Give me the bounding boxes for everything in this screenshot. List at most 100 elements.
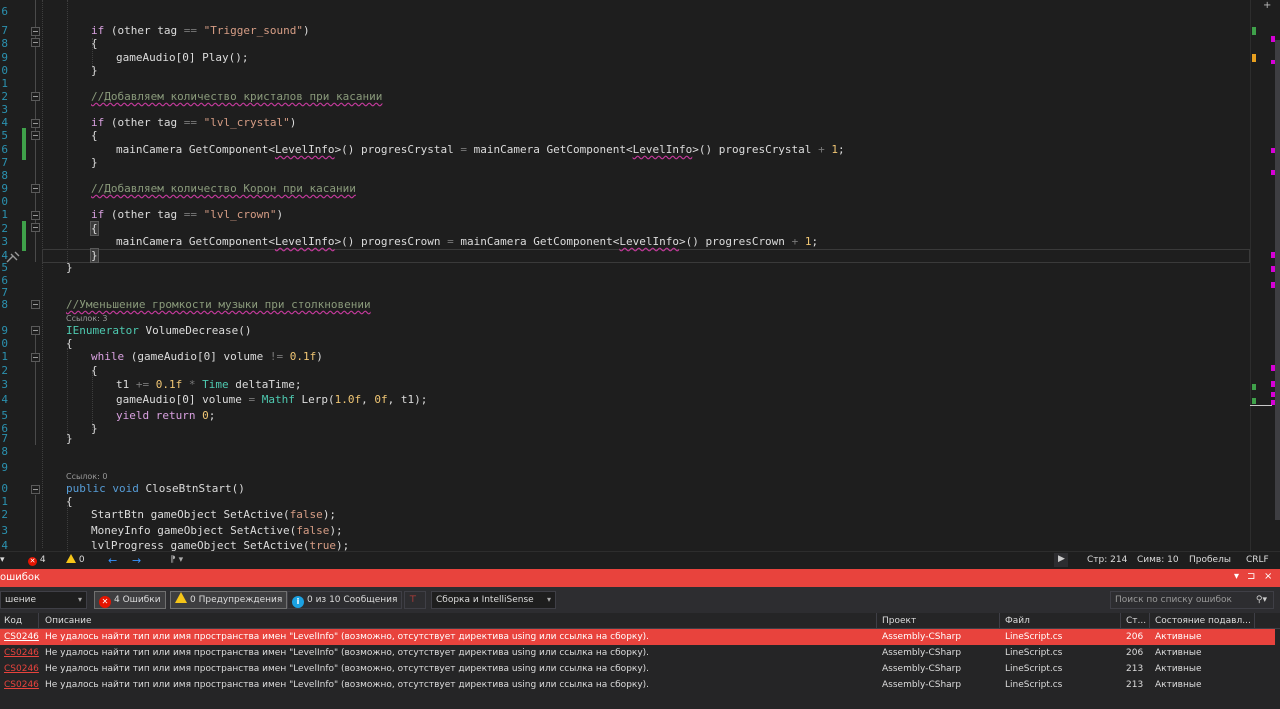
code-editor[interactable]: 678901234567890123456789012345678901234 …	[0, 0, 1250, 551]
chevron-down-icon: ▾	[77, 595, 82, 604]
error-row[interactable]: CS0246 Не удалось найти тип или имя прос…	[0, 645, 1275, 661]
code-line: {	[90, 221, 99, 236]
error-description: Не удалось найти тип или имя пространств…	[45, 680, 650, 690]
error-project: Assembly-CSharp	[882, 632, 962, 642]
pin-icon[interactable]: ⊐	[1247, 571, 1255, 583]
change-marker	[22, 221, 26, 251]
split-icon[interactable]: +	[1263, 0, 1271, 11]
horizontal-scroll-button[interactable]: ▶	[1054, 553, 1068, 567]
error-code-link[interactable]: CS0246	[4, 661, 39, 677]
fold-line	[35, 335, 36, 445]
code-line: if (other tag == "Trigger_sound")	[91, 24, 310, 37]
error-project: Assembly-CSharp	[882, 680, 962, 690]
code-line: gameAudio[0] volume = Mathf Lerp(1.0f, 0…	[116, 393, 428, 406]
line-ending-indicator[interactable]: CRLF	[1246, 554, 1269, 567]
code-line: public void CloseBtnStart()	[66, 482, 245, 495]
error-state: Активные	[1155, 680, 1202, 690]
build-source-select[interactable]: Сборка и IntelliSense ▾	[431, 591, 556, 609]
search-icon: ⚲▾	[1255, 595, 1267, 605]
code-line: {	[66, 495, 73, 508]
scope-select[interactable]: шение ▾	[0, 591, 87, 609]
column-indicator[interactable]: Симв: 10	[1137, 554, 1179, 567]
fold-toggle[interactable]	[31, 326, 40, 335]
code-line: MoneyInfo gameObject SetActive(false);	[91, 524, 343, 537]
error-row[interactable]: CS0246 Не удалось найти тип или имя прос…	[0, 677, 1275, 693]
column-header-code[interactable]: Код	[4, 615, 22, 627]
fold-toggle[interactable]	[31, 92, 40, 101]
scroll-caret-marker	[1250, 405, 1272, 406]
error-list-header: Код Описание Проект Файл Ст... Состояние…	[0, 613, 1280, 629]
error-project: Assembly-CSharp	[882, 648, 962, 658]
error-file: LineScript.cs	[1005, 648, 1063, 658]
column-header-project[interactable]: Проект	[882, 615, 916, 627]
error-row[interactable]: CS0246 Не удалось найти тип или имя прос…	[0, 661, 1275, 677]
code-comment: //Уменьшение громкости музыки при столкн…	[66, 298, 371, 311]
warnings-filter-button[interactable]: 0 Предупреждения	[170, 591, 288, 609]
fold-toggle[interactable]	[31, 223, 40, 232]
margin-arrow: ▾	[0, 555, 5, 565]
code-line: mainCamera GetComponent<LevelInfo>() pro…	[116, 235, 819, 248]
warning-icon	[175, 592, 187, 603]
code-comment: //Добавляем количество Корон при касании	[91, 182, 356, 195]
code-comment: //Добавляем количество кристалов при кас…	[91, 90, 383, 103]
column-header-line[interactable]: Ст...	[1126, 615, 1146, 627]
warning-count[interactable]: 0	[66, 554, 85, 567]
dropdown-icon[interactable]: ▾	[1234, 571, 1239, 583]
fold-toggle[interactable]	[31, 211, 40, 220]
chevron-down-icon: ▾	[546, 595, 551, 604]
code-line: }	[66, 432, 73, 445]
error-count[interactable]: ✕ 4	[28, 554, 46, 567]
error-code-link[interactable]: CS0246	[4, 629, 39, 645]
error-file: LineScript.cs	[1005, 680, 1063, 690]
error-row[interactable]: CS0246 Не удалось найти тип или имя прос…	[0, 629, 1275, 645]
brush-icon[interactable]: ⁋ ▾	[170, 554, 183, 567]
error-description: Не удалось найти тип или имя пространств…	[45, 648, 650, 658]
column-header-description[interactable]: Описание	[45, 615, 92, 627]
line-number: 6	[1, 5, 8, 18]
info-icon: i	[292, 596, 304, 608]
quick-actions-icon[interactable]	[6, 251, 20, 263]
error-list-panel: ошибок ▾ ⊐ × шение ▾ ✕ 4 Ошибки 0 Предупре…	[0, 569, 1280, 709]
navigate-forward-icon[interactable]: →	[132, 554, 141, 567]
fold-toggle[interactable]	[31, 184, 40, 193]
error-code-link[interactable]: CS0246	[4, 677, 39, 693]
indent-guide	[67, 0, 68, 262]
line-number: 4	[1, 539, 8, 551]
column-header-file[interactable]: Файл	[1005, 615, 1030, 627]
error-state: Активные	[1155, 632, 1202, 642]
editor-status-bar: ▾ ✕ 4 0 ← → ⁋ ▾ ▶ Стр: 214 Симв: 10 Проб…	[0, 551, 1280, 568]
fold-toggle[interactable]	[31, 131, 40, 140]
filter-icon: ⊤	[409, 595, 417, 605]
code-line: {	[91, 37, 98, 50]
code-line: StartBtn gameObject SetActive(false);	[91, 508, 337, 521]
code-line: lvlProgress gameObject SetActive(true);	[91, 539, 350, 551]
error-line: 213	[1126, 664, 1144, 674]
fold-toggle[interactable]	[31, 485, 40, 494]
fold-toggle[interactable]	[31, 119, 40, 128]
error-list-toolbar: шение ▾ ✕ 4 Ошибки 0 Предупреждения i0 из …	[0, 587, 1280, 613]
warning-icon	[66, 554, 76, 563]
error-state: Активные	[1155, 664, 1202, 674]
fold-toggle[interactable]	[31, 300, 40, 309]
error-code-link[interactable]: CS0246	[4, 645, 39, 661]
messages-filter-button[interactable]: i0 из 10 Сообщения	[287, 591, 403, 609]
fold-toggle[interactable]	[31, 353, 40, 362]
indent-guide	[42, 0, 43, 548]
fold-toggle[interactable]	[31, 38, 40, 47]
error-search-input[interactable]: Поиск по списку ошибок ⚲▾	[1110, 591, 1274, 609]
line-number: 9	[1, 461, 8, 474]
close-icon[interactable]: ×	[1264, 571, 1272, 583]
column-header-suppression-state[interactable]: Состояние подавл...	[1155, 615, 1251, 627]
clear-filter-button[interactable]: ⊤	[404, 591, 426, 609]
error-line: 206	[1126, 648, 1144, 658]
whitespace-indicator[interactable]: Пробелы	[1189, 554, 1231, 567]
errors-filter-button[interactable]: ✕ 4 Ошибки	[94, 591, 166, 609]
navigate-back-icon[interactable]: ←	[108, 554, 117, 567]
fold-toggle[interactable]	[31, 27, 40, 36]
line-indicator[interactable]: Стр: 214	[1087, 554, 1127, 567]
change-marker	[22, 128, 26, 160]
code-line: }	[66, 261, 73, 274]
error-project: Assembly-CSharp	[882, 664, 962, 674]
error-line: 206	[1126, 632, 1144, 642]
vertical-scrollbar[interactable]: +	[1250, 0, 1280, 551]
